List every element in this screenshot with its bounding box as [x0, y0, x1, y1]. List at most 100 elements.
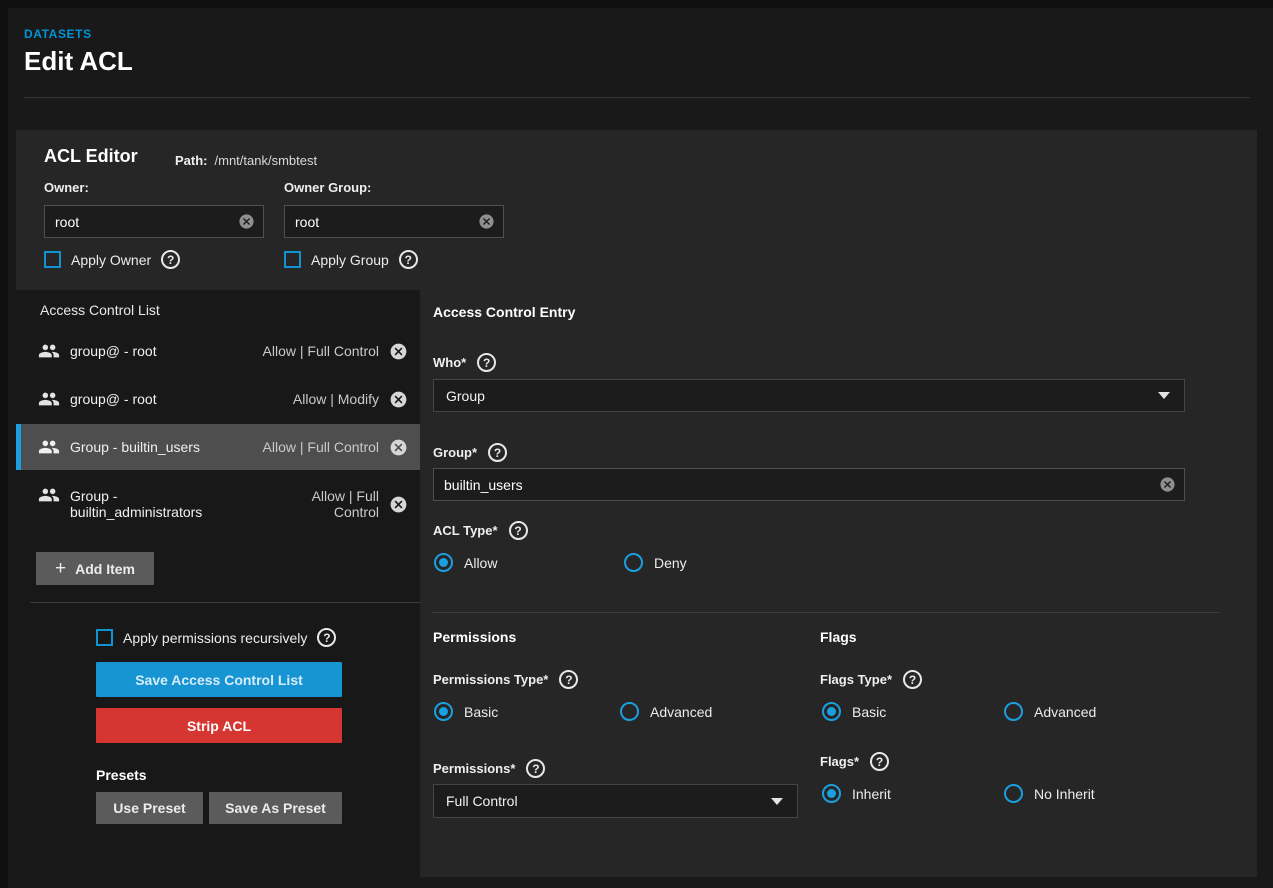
- owner-label: Owner:: [44, 180, 89, 195]
- save-acl-button[interactable]: Save Access Control List: [96, 662, 342, 697]
- who-label-row: Who* ?: [433, 353, 496, 372]
- who-select[interactable]: Group: [433, 379, 1185, 412]
- radio-flags-basic-label: Basic: [852, 704, 886, 720]
- divider: [432, 612, 1220, 613]
- presets-title: Presets: [96, 767, 147, 783]
- permissions-label: Permissions*: [433, 761, 515, 776]
- radio-allow[interactable]: Allow: [434, 553, 497, 572]
- entry-title: Access Control Entry: [433, 304, 575, 320]
- strip-acl-button[interactable]: Strip ACL: [96, 708, 342, 743]
- group-label-row: Group* ?: [433, 443, 507, 462]
- group-icon: [38, 388, 60, 410]
- who-value: Group: [446, 388, 485, 404]
- group-icon: [38, 436, 60, 458]
- group-icon: [38, 340, 60, 362]
- permissions-label-row: Permissions* ?: [433, 759, 545, 778]
- radio-no-inherit-circle[interactable]: [1004, 784, 1023, 803]
- flags-type-help-icon[interactable]: ?: [903, 670, 922, 689]
- radio-permissions-basic-circle[interactable]: [434, 702, 453, 721]
- owner-group-label: Owner Group:: [284, 180, 371, 195]
- path-value: /mnt/tank/smbtest: [215, 153, 318, 168]
- acl-type-help-icon[interactable]: ?: [509, 521, 528, 540]
- access-control-entry-panel: Access Control Entry Who* ? Group Group*…: [420, 290, 1257, 877]
- acl-list-item[interactable]: group@ - root Allow | Modify: [16, 376, 420, 422]
- remove-ace-icon[interactable]: [389, 390, 408, 409]
- radio-flags-basic-circle[interactable]: [822, 702, 841, 721]
- breadcrumb-datasets[interactable]: DATASETS: [24, 27, 92, 41]
- permissions-type-label-row: Permissions Type* ?: [433, 670, 578, 689]
- save-as-preset-button[interactable]: Save As Preset: [209, 792, 342, 824]
- acl-list-item-selected[interactable]: Group - builtin_users Allow | Full Contr…: [16, 424, 420, 470]
- permissions-select[interactable]: Full Control: [433, 784, 798, 818]
- plus-icon: +: [55, 559, 66, 578]
- recursive-checkbox[interactable]: [96, 629, 113, 646]
- radio-permissions-advanced[interactable]: Advanced: [620, 702, 712, 721]
- permissions-type-label: Permissions Type*: [433, 672, 548, 687]
- radio-flags-basic[interactable]: Basic: [822, 702, 886, 721]
- acl-list-item[interactable]: Group - builtin_administrators Allow | F…: [16, 472, 420, 536]
- acl-list-panel: Access Control List group@ - root Allow …: [16, 290, 420, 877]
- recursive-help-icon[interactable]: ?: [317, 628, 336, 647]
- radio-deny-circle[interactable]: [624, 553, 643, 572]
- acl-list-title: Access Control List: [40, 302, 160, 318]
- apply-group-help-icon[interactable]: ?: [399, 250, 418, 269]
- apply-owner-checkbox[interactable]: [44, 251, 61, 268]
- remove-ace-icon[interactable]: [389, 342, 408, 361]
- radio-flags-advanced[interactable]: Advanced: [1004, 702, 1096, 721]
- who-help-icon[interactable]: ?: [477, 353, 496, 372]
- ace-permission: Allow | Full Control: [263, 343, 379, 359]
- acl-editor-header: ACL Editor Path: /mnt/tank/smbtest Owner…: [16, 130, 1257, 290]
- apply-group-label: Apply Group: [311, 252, 389, 268]
- apply-group-row: Apply Group ?: [284, 250, 418, 269]
- clear-owner-group-icon[interactable]: [478, 213, 495, 230]
- radio-permissions-basic-label: Basic: [464, 704, 498, 720]
- permissions-type-help-icon[interactable]: ?: [559, 670, 578, 689]
- who-label: Who*: [433, 355, 466, 370]
- ace-who: group@ - root: [70, 343, 253, 359]
- radio-no-inherit[interactable]: No Inherit: [1004, 784, 1095, 803]
- recursive-label: Apply permissions recursively: [123, 630, 307, 646]
- radio-allow-label: Allow: [464, 555, 497, 571]
- group-input[interactable]: [434, 477, 1159, 493]
- remove-ace-icon[interactable]: [389, 495, 408, 514]
- radio-inherit-label: Inherit: [852, 786, 891, 802]
- divider: [24, 97, 1250, 98]
- radio-deny[interactable]: Deny: [624, 553, 687, 572]
- flags-help-icon[interactable]: ?: [870, 752, 889, 771]
- apply-group-checkbox[interactable]: [284, 251, 301, 268]
- chevron-down-icon: [1158, 392, 1170, 399]
- ace-who: group@ - root: [70, 391, 283, 407]
- group-icon: [38, 484, 60, 506]
- ace-permission: Allow | Full Control: [287, 488, 379, 520]
- ace-who: Group - builtin_administrators: [70, 488, 246, 520]
- add-item-button[interactable]: + Add Item: [36, 552, 154, 585]
- clear-group-icon[interactable]: [1159, 476, 1176, 493]
- radio-permissions-advanced-circle[interactable]: [620, 702, 639, 721]
- ace-permission: Allow | Modify: [293, 391, 379, 407]
- apply-owner-help-icon[interactable]: ?: [161, 250, 180, 269]
- owner-group-input[interactable]: [285, 214, 478, 230]
- radio-flags-advanced-circle[interactable]: [1004, 702, 1023, 721]
- clear-owner-icon[interactable]: [238, 213, 255, 230]
- acl-type-label-row: ACL Type* ?: [433, 521, 528, 540]
- radio-no-inherit-label: No Inherit: [1034, 786, 1095, 802]
- radio-inherit-circle[interactable]: [822, 784, 841, 803]
- remove-ace-icon[interactable]: [389, 438, 408, 457]
- use-preset-button[interactable]: Use Preset: [96, 792, 203, 824]
- acl-editor-title: ACL Editor: [44, 146, 138, 167]
- edit-acl-page: DATASETS Edit ACL ACL Editor Path: /mnt/…: [0, 0, 1273, 888]
- acl-list-item[interactable]: group@ - root Allow | Full Control: [16, 328, 420, 374]
- permissions-section-title: Permissions: [433, 629, 516, 645]
- permissions-help-icon[interactable]: ?: [526, 759, 545, 778]
- radio-permissions-basic[interactable]: Basic: [434, 702, 498, 721]
- acl-type-label: ACL Type*: [433, 523, 498, 538]
- radio-inherit[interactable]: Inherit: [822, 784, 891, 803]
- radio-deny-label: Deny: [654, 555, 687, 571]
- chevron-down-icon: [771, 798, 783, 805]
- apply-owner-row: Apply Owner ?: [44, 250, 180, 269]
- group-help-icon[interactable]: ?: [488, 443, 507, 462]
- owner-input[interactable]: [45, 214, 238, 230]
- ace-permission: Allow | Full Control: [263, 439, 379, 455]
- radio-allow-circle[interactable]: [434, 553, 453, 572]
- divider: [30, 602, 420, 603]
